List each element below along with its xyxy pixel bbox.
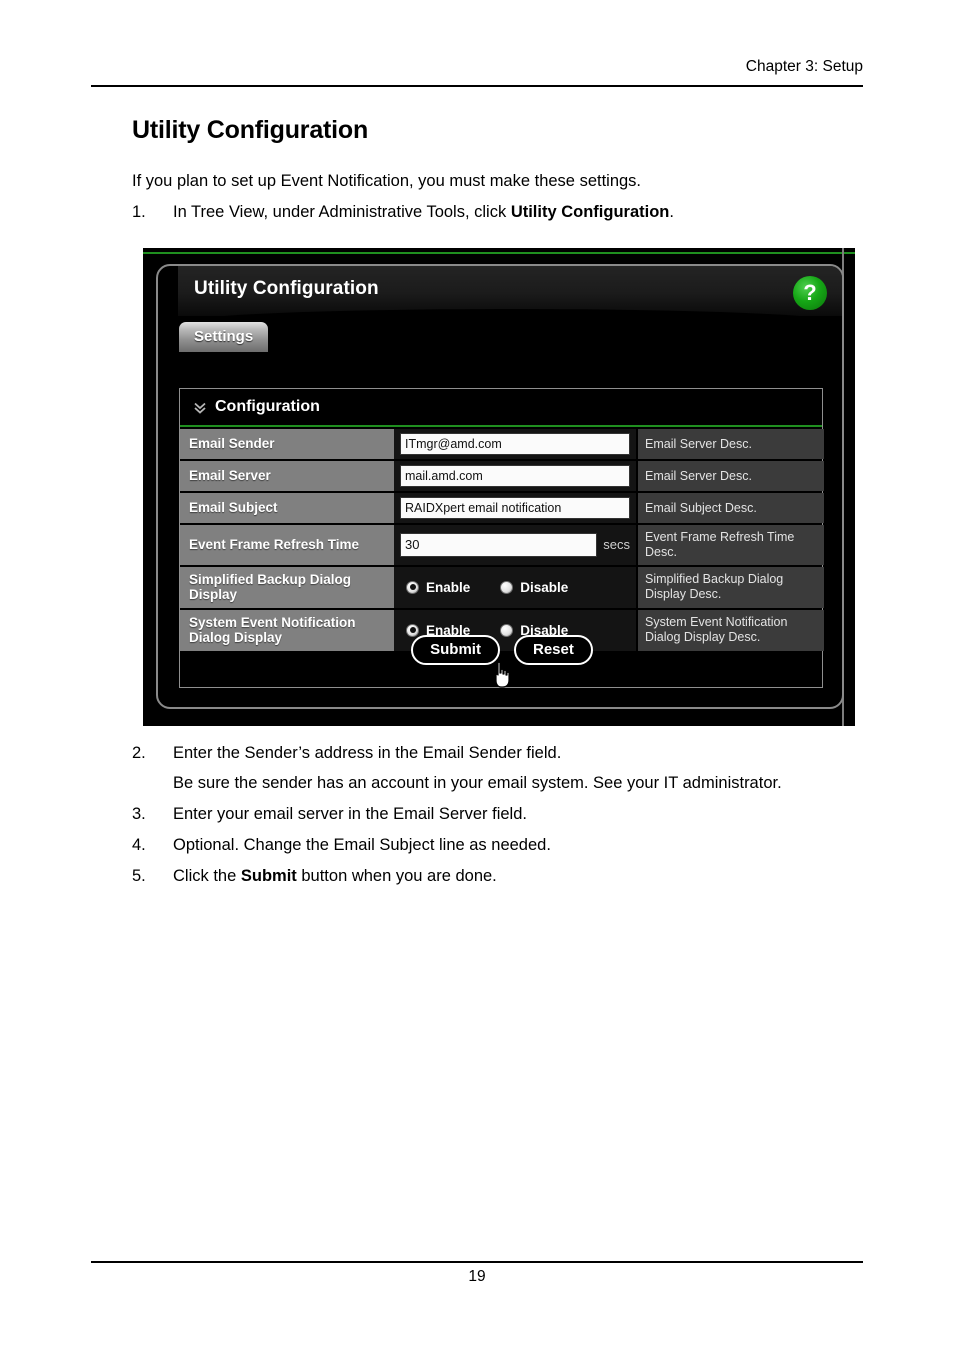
step-text-bold: Utility Configuration: [510, 203, 670, 221]
step-2-note: Be sure the sender has an account in you…: [173, 773, 782, 792]
radio-selected-icon[interactable]: [406, 580, 419, 594]
step-1: 1. In Tree View, under Administrative To…: [132, 201, 872, 225]
steps-before-figure: 1. In Tree View, under Administrative To…: [132, 201, 872, 232]
step-text: Click the Submit button when you are don…: [173, 865, 872, 889]
step-number: 3.: [132, 804, 146, 823]
running-header: Chapter 3: Setup: [745, 58, 863, 75]
radio-label: Enable: [426, 579, 471, 595]
step-text: In Tree View, under Administrative Tools…: [173, 201, 872, 225]
radio-unselected-icon[interactable]: [500, 580, 514, 594]
table-row: Simplified Backup Dialog Display Enable …: [180, 566, 824, 608]
step-number: 5.: [132, 866, 146, 885]
chevron-double-down-icon[interactable]: [192, 400, 208, 416]
radio-enable[interactable]: Enable: [406, 580, 470, 595]
step-text-bold: Submit: [240, 866, 297, 885]
pointing-hand-cursor: [491, 661, 513, 689]
refresh-time-control: 30 secs: [400, 532, 630, 557]
event-frame-refresh-time-select[interactable]: 30: [400, 532, 598, 557]
step-number: 2.: [132, 744, 146, 762]
footer-rule: [91, 1261, 863, 1263]
step-4: 4. Optional. Change the Email Subject li…: [132, 834, 872, 858]
step-text-b: .: [669, 203, 674, 221]
row-description: Email Subject Desc.: [638, 493, 824, 523]
configuration-card-header[interactable]: Configuration: [180, 389, 822, 427]
header-rule: [91, 85, 863, 87]
utility-configuration-panel: Utility Configuration ? Settings Configu…: [156, 264, 844, 709]
step-number: 1.: [132, 203, 146, 221]
step-text-a: Click the: [173, 866, 241, 885]
row-label: Email Server: [180, 461, 394, 491]
table-row: Email Server mail.amd.com Email Server D…: [180, 461, 824, 491]
simplified-backup-dialog-radio-group: Enable Disable: [400, 580, 568, 595]
figure-top-accent-line: [143, 252, 855, 254]
row-label: Simplified Backup Dialog Display: [180, 566, 394, 608]
row-label: Email Subject: [180, 493, 394, 523]
row-value: Enable Disable: [394, 566, 636, 608]
table-row: Email Sender ITmgr@amd.com Email Server …: [180, 429, 824, 459]
help-icon[interactable]: ?: [793, 276, 827, 310]
row-description: Email Server Desc.: [638, 429, 824, 459]
step-text-a: In Tree View, under Administrative Tools…: [173, 203, 511, 221]
row-description: Simplified Backup Dialog Display Desc.: [638, 566, 824, 608]
radio-label: Disable: [520, 579, 569, 595]
table-row: Event Frame Refresh Time 30 secs Event F…: [180, 525, 824, 565]
email-sender-input[interactable]: ITmgr@amd.com: [400, 433, 630, 455]
document-page: Chapter 3: Setup Utility Configuration I…: [0, 0, 954, 1352]
step-2: 2. Enter the Sender’s address in the Ema…: [132, 742, 872, 766]
configuration-card: Configuration Email Sender ITmgr@amd.com…: [179, 388, 824, 689]
step-3: 3. Enter your email server in the Email …: [132, 803, 872, 827]
row-label: Email Sender: [180, 429, 394, 459]
tab-settings[interactable]: Settings: [179, 322, 269, 352]
row-value: ITmgr@amd.com: [394, 429, 636, 459]
table-row: Email Subject RAIDXpert email notificati…: [180, 493, 824, 523]
row-description: Email Server Desc.: [638, 461, 824, 491]
row-value: RAIDXpert email notification: [394, 493, 636, 523]
configuration-rows: Email Sender ITmgr@amd.com Email Server …: [180, 429, 824, 653]
step-text: Enter the Sender’s address in the Email …: [173, 744, 562, 762]
step-text: Optional. Change the Email Subject line …: [173, 835, 551, 854]
step-number: 4.: [132, 835, 146, 854]
page-number: 19: [468, 1268, 486, 1285]
page-title: Utility Configuration: [132, 116, 369, 144]
email-server-input[interactable]: mail.amd.com: [400, 465, 630, 487]
email-subject-input[interactable]: RAIDXpert email notification: [400, 497, 630, 519]
steps-after-figure: 2. Enter the Sender’s address in the Ema…: [132, 742, 872, 896]
figure-screenshot: Utility Configuration ? Settings Configu…: [143, 248, 855, 726]
submit-button[interactable]: Submit: [411, 635, 500, 665]
step-text: Enter your email server in the Email Ser…: [173, 804, 527, 823]
reset-button[interactable]: Reset: [513, 635, 593, 665]
row-value: 30 secs: [394, 525, 636, 565]
intro-paragraph: If you plan to set up Event Notification…: [132, 172, 642, 190]
row-description: Event Frame Refresh Time Desc.: [638, 525, 824, 565]
row-value: mail.amd.com: [394, 461, 636, 491]
panel-title: Utility Configuration: [194, 278, 379, 299]
step-text-b: button when you are done.: [296, 866, 497, 885]
step-5: 5. Click the Submit button when you are …: [132, 865, 872, 889]
radio-disable[interactable]: Disable: [500, 580, 568, 595]
refresh-time-unit: secs: [603, 537, 630, 553]
configuration-card-title: Configuration: [215, 398, 320, 415]
row-label: Event Frame Refresh Time: [180, 525, 394, 565]
